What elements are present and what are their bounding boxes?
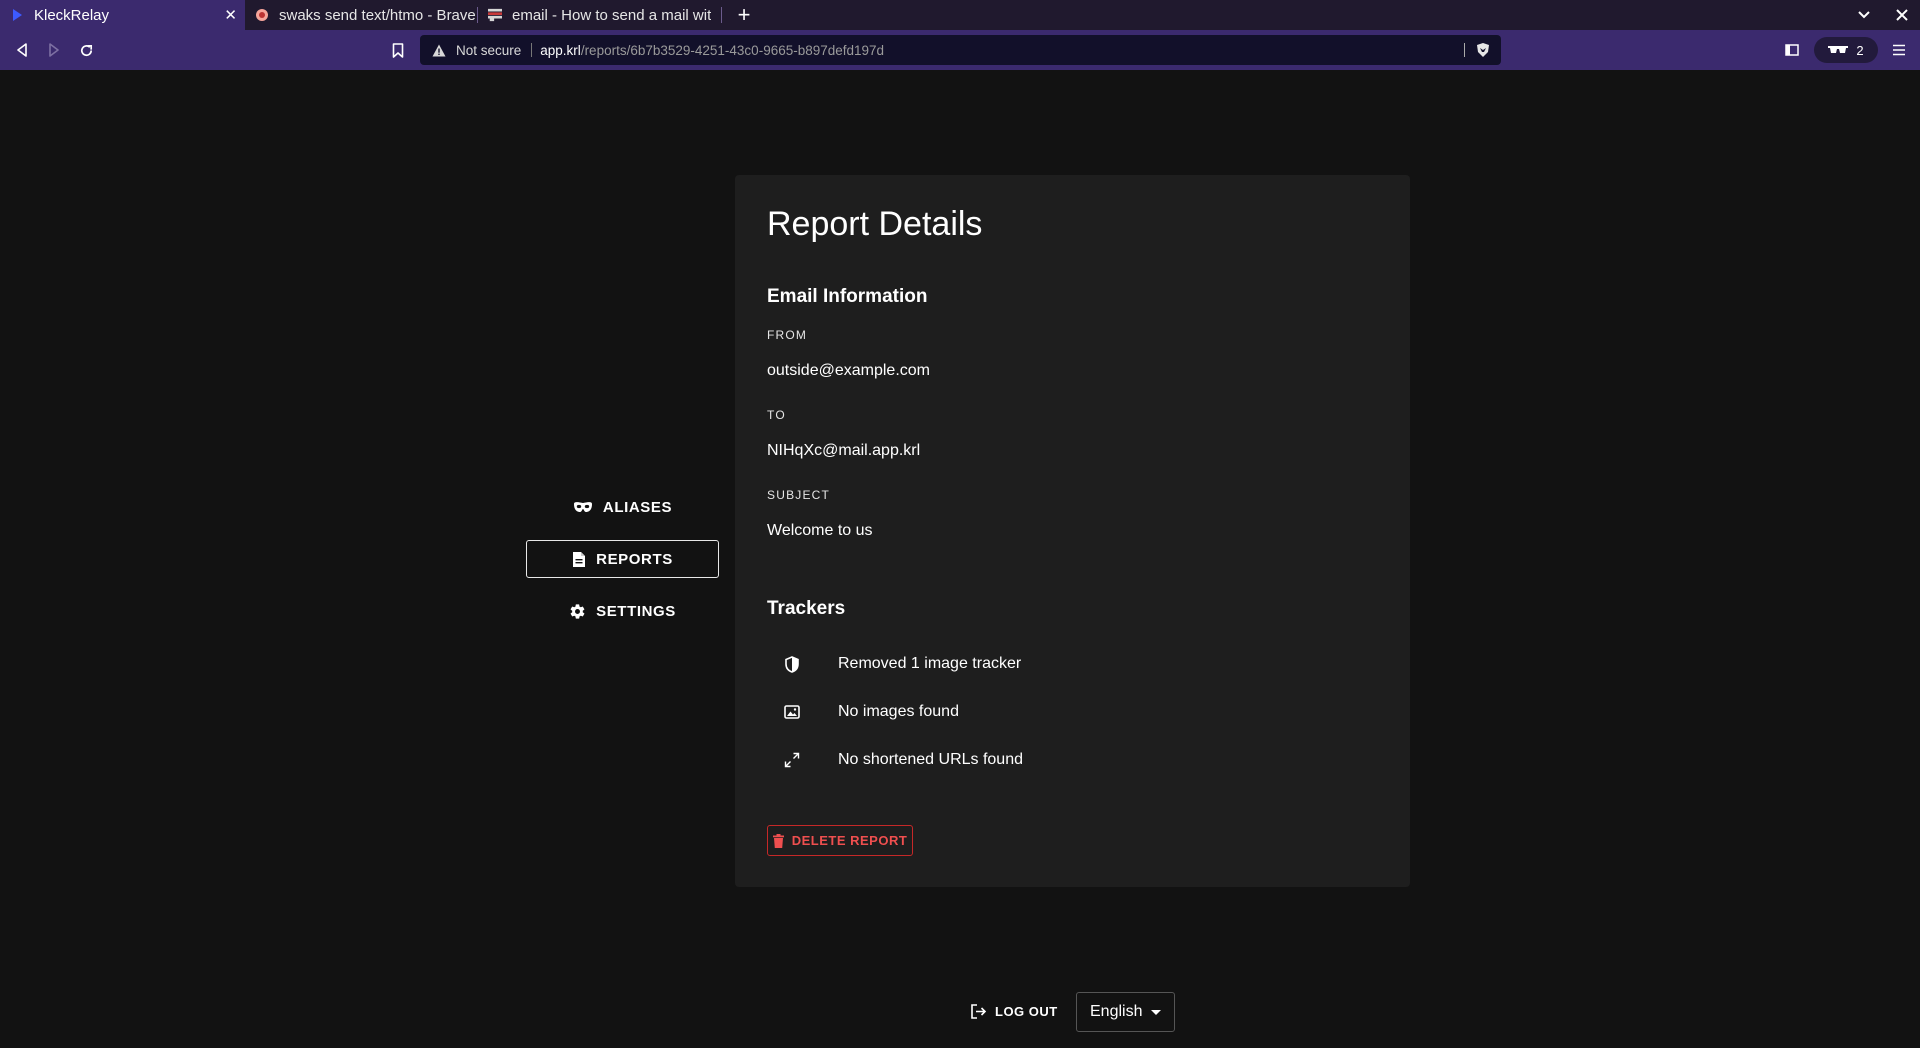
back-arrow-icon xyxy=(17,43,27,57)
tracker-text: No shortened URLs found xyxy=(838,751,1023,768)
warning-icon[interactable] xyxy=(432,43,446,57)
shield-icon xyxy=(780,655,804,673)
to-value: NIHqXc@mail.app.krl xyxy=(767,442,921,459)
subject-value: Welcome to us xyxy=(767,522,873,539)
mask-icon xyxy=(573,502,592,512)
expand-icon xyxy=(780,752,804,768)
logout-button[interactable]: LOG OUT xyxy=(970,996,1058,1026)
language-select[interactable]: English xyxy=(1076,992,1175,1032)
new-tab-button[interactable]: + xyxy=(733,0,755,30)
language-value: English xyxy=(1090,1003,1143,1020)
tab-search-chevron-icon[interactable] xyxy=(1853,0,1875,30)
logout-label: LOG OUT xyxy=(995,1003,1058,1019)
trackers-heading: Trackers xyxy=(767,598,846,619)
tab-title: email - How to send a mail wit xyxy=(512,6,712,24)
tab-title: swaks send text/htmo - Brave xyxy=(279,6,476,24)
report-details-card: Report Details Email Information FROM ou… xyxy=(735,175,1410,887)
to-label: TO xyxy=(767,408,786,422)
url-separator xyxy=(531,43,533,57)
brave-search-favicon-icon xyxy=(255,8,269,22)
caret-down-icon xyxy=(1151,1010,1161,1015)
nav-label: ALIASES xyxy=(602,498,673,516)
sunglasses-icon xyxy=(1828,46,1849,53)
tab-swaks[interactable]: swaks send text/htmo - Brave xyxy=(245,0,477,30)
from-label: FROM xyxy=(767,328,808,342)
url-path: /reports/6b7b3529-4251-43c0-9665-b897def… xyxy=(580,42,885,58)
close-tab-icon[interactable]: ✕ xyxy=(224,6,237,24)
browser-toolbar: Not secure app.krl/reports/6b7b3529-4251… xyxy=(0,30,1920,70)
tab-kleckrelay[interactable]: KleckRelay ✕ xyxy=(0,0,245,30)
browser-menu-button[interactable] xyxy=(1887,30,1911,70)
tracker-item: No images found xyxy=(767,700,959,724)
bookmark-button[interactable] xyxy=(386,30,410,70)
nav-reports[interactable]: REPORTS xyxy=(526,540,719,578)
nav-label: REPORTS xyxy=(596,550,673,568)
security-label[interactable]: Not secure xyxy=(456,43,521,58)
delete-report-label: DELETE REPORT xyxy=(791,833,908,848)
url-host: app.krl xyxy=(540,42,581,58)
reload-button[interactable] xyxy=(74,30,98,70)
sidebar-toggle-button[interactable] xyxy=(1780,30,1804,70)
url-right-separator xyxy=(1464,43,1465,57)
tab-divider xyxy=(721,7,722,23)
bookmark-icon xyxy=(392,42,404,58)
forward-button[interactable] xyxy=(42,30,66,70)
from-value: outside@example.com xyxy=(767,362,930,379)
forward-arrow-icon xyxy=(49,43,59,57)
private-window-badge[interactable]: 2 xyxy=(1814,37,1878,63)
subject-label: SUBJECT xyxy=(767,488,831,502)
brave-shields-icon[interactable] xyxy=(1475,42,1491,58)
hamburger-menu-icon xyxy=(1893,44,1905,56)
image-icon xyxy=(780,705,804,719)
gear-icon xyxy=(570,603,585,619)
nav-settings[interactable]: SETTINGS xyxy=(526,592,719,630)
nav-aliases[interactable]: ALIASES xyxy=(526,488,719,526)
stackexchange-favicon-icon xyxy=(488,8,502,22)
nav-label: SETTINGS xyxy=(596,602,676,620)
close-window-icon[interactable] xyxy=(1891,0,1913,30)
document-icon xyxy=(573,551,586,567)
trash-icon xyxy=(772,833,784,848)
logout-icon xyxy=(971,1003,987,1019)
tracker-text: No images found xyxy=(838,703,959,720)
page-title: Report Details xyxy=(767,205,983,243)
address-bar[interactable]: Not secure app.krl/reports/6b7b3529-4251… xyxy=(420,35,1501,65)
tracker-item: No shortened URLs found xyxy=(767,748,1023,772)
tracker-text: Removed 1 image tracker xyxy=(838,655,1022,672)
browser-tab-bar: KleckRelay ✕ swaks send text/htmo - Brav… xyxy=(0,0,1920,30)
kleckrelay-favicon-icon xyxy=(10,8,24,22)
sidebar-icon xyxy=(1785,44,1799,56)
back-button[interactable] xyxy=(10,30,34,70)
delete-report-button[interactable]: DELETE REPORT xyxy=(767,825,913,856)
email-information-heading: Email Information xyxy=(767,286,928,307)
tab-stackexchange[interactable]: email - How to send a mail wit xyxy=(478,0,721,30)
tab-title: KleckRelay xyxy=(34,6,110,24)
private-window-count: 2 xyxy=(1856,42,1864,58)
reload-icon xyxy=(80,44,92,56)
tracker-item: Removed 1 image tracker xyxy=(767,652,1021,676)
